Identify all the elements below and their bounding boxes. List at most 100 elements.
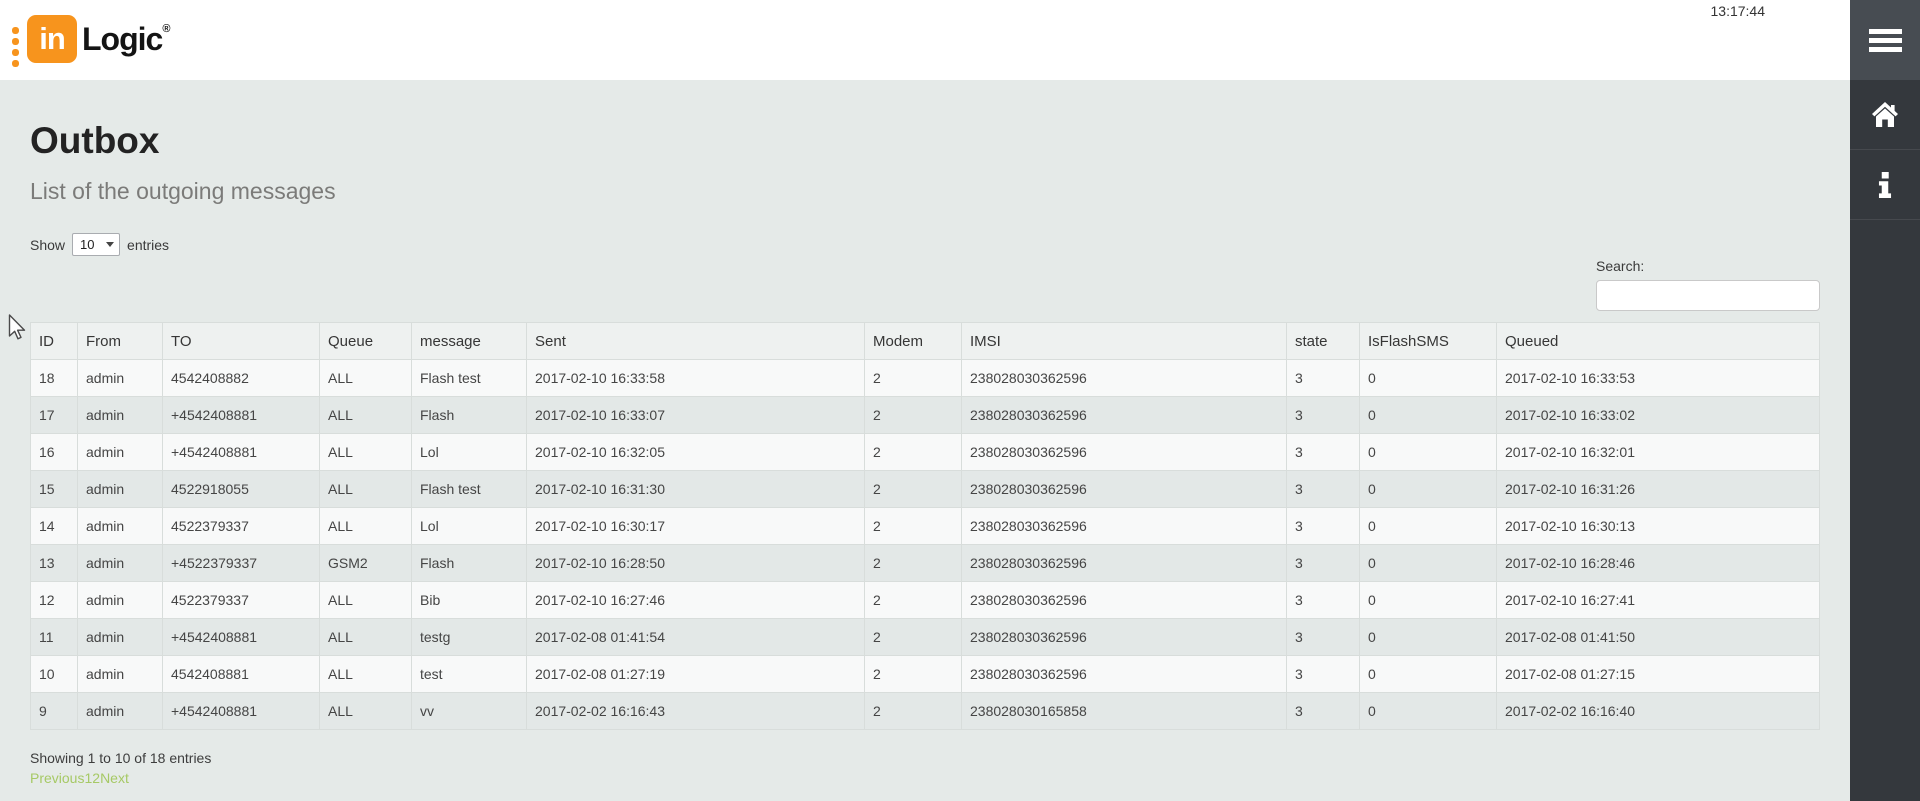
cell-state: 3: [1287, 360, 1360, 397]
cell-state: 3: [1287, 582, 1360, 619]
column-header-message[interactable]: message: [412, 323, 527, 360]
cell-queued: 2017-02-08 01:27:15: [1497, 656, 1820, 693]
cell-imsi: 238028030165858: [962, 693, 1287, 730]
cell-modem: 2: [865, 656, 962, 693]
cell-id: 9: [31, 693, 78, 730]
sidebar-item-home[interactable]: [1850, 80, 1920, 150]
table-row: 12admin4522379337ALLBib2017-02-10 16:27:…: [31, 582, 1820, 619]
cell-to: +4522379337: [163, 545, 320, 582]
column-header-queue[interactable]: Queue: [320, 323, 412, 360]
column-header-id[interactable]: ID: [31, 323, 78, 360]
cell-isflashsms: 0: [1360, 397, 1497, 434]
table-row: 18admin4542408882ALLFlash test2017-02-10…: [31, 360, 1820, 397]
cell-modem: 2: [865, 397, 962, 434]
pagination-page-2[interactable]: 2: [92, 770, 100, 786]
column-header-modem[interactable]: Modem: [865, 323, 962, 360]
cell-queue: ALL: [320, 582, 412, 619]
cell-sent: 2017-02-10 16:31:30: [527, 471, 865, 508]
cell-message: test: [412, 656, 527, 693]
cell-from: admin: [78, 619, 163, 656]
cell-isflashsms: 0: [1360, 508, 1497, 545]
cell-sent: 2017-02-10 16:33:07: [527, 397, 865, 434]
cell-queued: 2017-02-10 16:28:46: [1497, 545, 1820, 582]
page-size-select[interactable]: 10: [72, 233, 120, 256]
pagination-next[interactable]: Next: [100, 770, 129, 786]
cell-queued: 2017-02-10 16:33:02: [1497, 397, 1820, 434]
cell-imsi: 238028030362596: [962, 360, 1287, 397]
cell-queue: ALL: [320, 656, 412, 693]
column-header-from[interactable]: From: [78, 323, 163, 360]
sidebar-item-info[interactable]: [1850, 150, 1920, 220]
cell-state: 3: [1287, 545, 1360, 582]
cell-sent: 2017-02-10 16:28:50: [527, 545, 865, 582]
cell-modem: 2: [865, 693, 962, 730]
cell-from: admin: [78, 693, 163, 730]
cell-from: admin: [78, 360, 163, 397]
cell-to: 4522379337: [163, 582, 320, 619]
hamburger-menu-icon: [1869, 25, 1902, 56]
column-header-sent[interactable]: Sent: [527, 323, 865, 360]
cell-isflashsms: 0: [1360, 656, 1497, 693]
cell-id: 18: [31, 360, 78, 397]
registered-mark: ®: [162, 23, 170, 35]
column-header-to[interactable]: TO: [163, 323, 320, 360]
column-header-isflashsms[interactable]: IsFlashSMS: [1360, 323, 1497, 360]
cell-sent: 2017-02-02 16:16:43: [527, 693, 865, 730]
cell-queued: 2017-02-10 16:32:01: [1497, 434, 1820, 471]
logo[interactable]: in Logic®: [12, 11, 170, 67]
cell-from: admin: [78, 434, 163, 471]
cell-sent: 2017-02-10 16:32:05: [527, 434, 865, 471]
table-row: 15admin4522918055ALLFlash test2017-02-10…: [31, 471, 1820, 508]
cell-to: +4542408881: [163, 693, 320, 730]
cell-id: 17: [31, 397, 78, 434]
cell-sent: 2017-02-10 16:30:17: [527, 508, 865, 545]
cell-imsi: 238028030362596: [962, 434, 1287, 471]
column-header-queued[interactable]: Queued: [1497, 323, 1820, 360]
table-row: 10admin4542408881ALLtest2017-02-08 01:27…: [31, 656, 1820, 693]
table-row: 13admin+4522379337GSM2Flash2017-02-10 16…: [31, 545, 1820, 582]
cell-queued: 2017-02-10 16:33:53: [1497, 360, 1820, 397]
cell-queue: GSM2: [320, 545, 412, 582]
search-input[interactable]: [1596, 280, 1820, 311]
cell-id: 11: [31, 619, 78, 656]
cell-message: Lol: [412, 434, 527, 471]
cell-queued: 2017-02-10 16:30:13: [1497, 508, 1820, 545]
cell-to: +4542408881: [163, 397, 320, 434]
cell-queued: 2017-02-10 16:31:26: [1497, 471, 1820, 508]
column-header-imsi[interactable]: IMSI: [962, 323, 1287, 360]
cell-queue: ALL: [320, 619, 412, 656]
cell-from: admin: [78, 656, 163, 693]
cell-queued: 2017-02-08 01:41:50: [1497, 619, 1820, 656]
cell-imsi: 238028030362596: [962, 397, 1287, 434]
cell-to: 4542408882: [163, 360, 320, 397]
cell-id: 10: [31, 656, 78, 693]
cell-queue: ALL: [320, 508, 412, 545]
pagination-page-1[interactable]: 1: [84, 770, 92, 786]
cell-message: vv: [412, 693, 527, 730]
cell-queue: ALL: [320, 397, 412, 434]
table-info: Showing 1 to 10 of 18 entries: [30, 750, 211, 766]
logo-square-text: in: [39, 21, 65, 57]
cell-message: Flash: [412, 545, 527, 582]
top-bar: in Logic® 13:17:44: [0, 0, 1850, 80]
cell-id: 16: [31, 434, 78, 471]
table-row: 11admin+4542408881ALLtestg2017-02-08 01:…: [31, 619, 1820, 656]
cell-from: admin: [78, 397, 163, 434]
pagination: Previous12Next: [30, 770, 129, 786]
table-header-row: IDFromTOQueuemessageSentModemIMSIstateIs…: [31, 323, 1820, 360]
cell-sent: 2017-02-08 01:41:54: [527, 619, 865, 656]
cell-to: 4522379337: [163, 508, 320, 545]
menu-button[interactable]: [1850, 0, 1920, 80]
cell-sent: 2017-02-10 16:33:58: [527, 360, 865, 397]
logo-wordmark: Logic®: [82, 21, 170, 58]
pagination-previous[interactable]: Previous: [30, 770, 84, 786]
cell-state: 3: [1287, 397, 1360, 434]
cell-queue: ALL: [320, 471, 412, 508]
cell-modem: 2: [865, 545, 962, 582]
table-row: 9admin+4542408881ALLvv2017-02-02 16:16:4…: [31, 693, 1820, 730]
cell-from: admin: [78, 582, 163, 619]
cell-state: 3: [1287, 434, 1360, 471]
column-header-state[interactable]: state: [1287, 323, 1360, 360]
cell-imsi: 238028030362596: [962, 582, 1287, 619]
cell-id: 15: [31, 471, 78, 508]
